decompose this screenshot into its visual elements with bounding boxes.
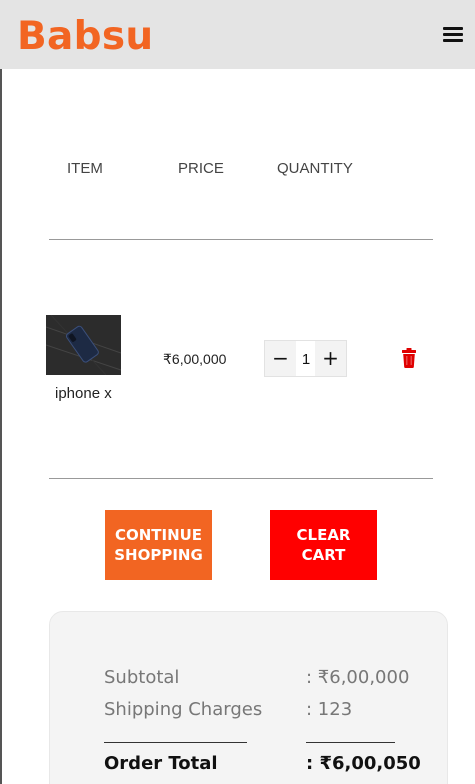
trash-icon[interactable] bbox=[400, 348, 418, 368]
order-total-label: Order Total bbox=[104, 753, 218, 774]
quantity-value: 1 bbox=[301, 351, 311, 368]
increment-button[interactable]: + bbox=[315, 341, 346, 376]
summary-divider bbox=[306, 742, 395, 743]
menu-bar bbox=[443, 39, 463, 42]
shipping-label: Shipping Charges bbox=[104, 699, 263, 720]
quantity-stepper: − 1 + bbox=[264, 340, 347, 377]
shipping-value: : 123 bbox=[306, 699, 353, 720]
clear-cart-button[interactable]: CLEAR CART bbox=[270, 510, 377, 580]
brand-logo[interactable]: Babsu bbox=[17, 14, 153, 59]
menu-bar bbox=[443, 27, 463, 30]
column-header-quantity: QUANTITY bbox=[277, 160, 353, 177]
order-total-value: : ₹6,00,050 bbox=[306, 753, 421, 774]
product-name[interactable]: iphone x bbox=[55, 385, 112, 402]
hamburger-menu-icon[interactable] bbox=[441, 24, 465, 44]
subtotal-label: Subtotal bbox=[104, 667, 180, 688]
column-header-price: PRICE bbox=[178, 160, 224, 177]
trash-icon-graphic bbox=[402, 348, 416, 368]
product-photo bbox=[46, 315, 121, 375]
summary-divider bbox=[104, 742, 247, 743]
product-price: ₹6,00,000 bbox=[163, 351, 227, 367]
subtotal-value: : ₹6,00,000 bbox=[306, 667, 410, 688]
header: Babsu bbox=[0, 0, 475, 69]
product-image bbox=[46, 315, 121, 375]
continue-shopping-button[interactable]: CONTINUE SHOPPING bbox=[105, 510, 212, 580]
divider bbox=[49, 239, 433, 240]
decrement-button[interactable]: − bbox=[265, 341, 296, 376]
column-header-item: ITEM bbox=[67, 160, 103, 177]
order-summary: Subtotal : ₹6,00,000 Shipping Charges : … bbox=[49, 611, 448, 784]
divider bbox=[49, 478, 433, 479]
menu-bar bbox=[443, 33, 463, 36]
